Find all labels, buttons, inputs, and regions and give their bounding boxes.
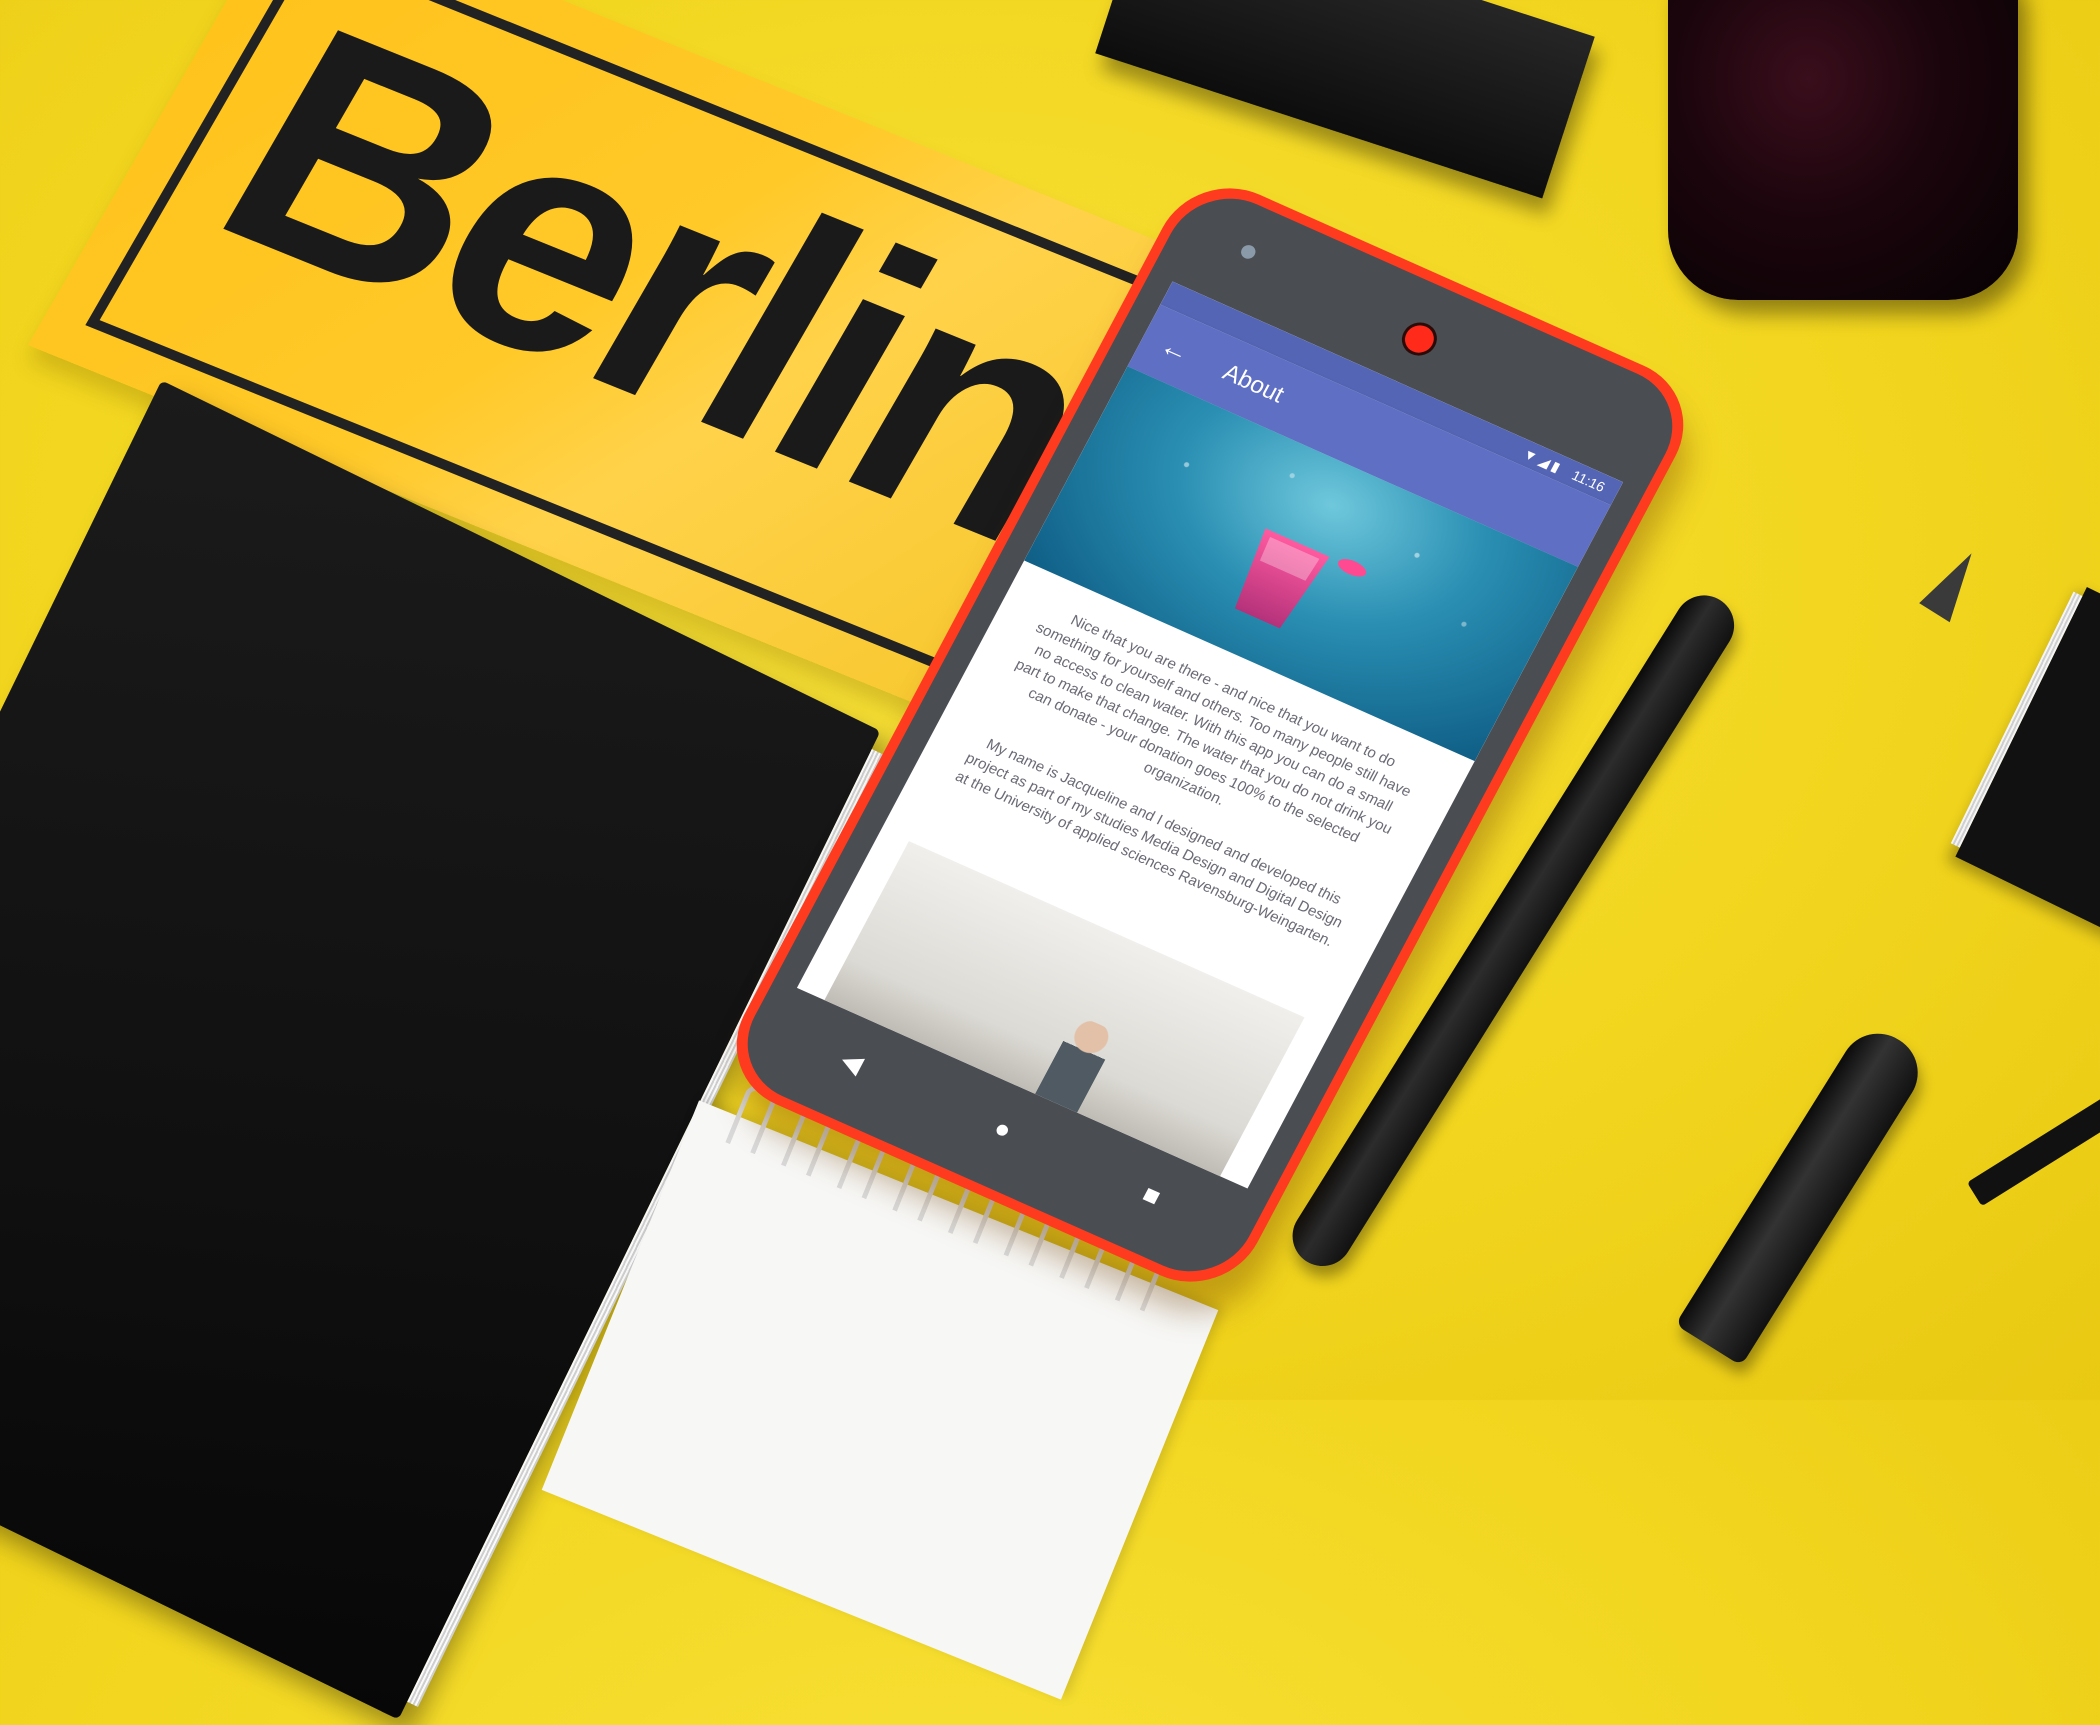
back-arrow-icon[interactable]: ← <box>1155 329 1210 375</box>
pen-cap <box>1675 1019 1933 1366</box>
earpiece <box>1395 317 1443 361</box>
pen-nib <box>1919 543 1987 623</box>
pen-clip <box>1967 1081 2100 1207</box>
nav-back-icon[interactable]: ◀ <box>836 1044 868 1080</box>
nav-home-icon[interactable]: ● <box>989 1112 1017 1146</box>
page-title: About <box>1218 358 1289 409</box>
ink-jar <box>1668 0 2018 300</box>
proximity-sensor <box>1238 242 1258 261</box>
nav-recents-icon[interactable]: ■ <box>1137 1178 1166 1212</box>
book-pages <box>1950 591 2083 848</box>
desk-scene: Berlin ▼◢▮ 11:16 ← About Nice that you a… <box>0 0 2100 1720</box>
black-box <box>1095 0 1595 199</box>
small-black-book <box>1950 586 2100 954</box>
